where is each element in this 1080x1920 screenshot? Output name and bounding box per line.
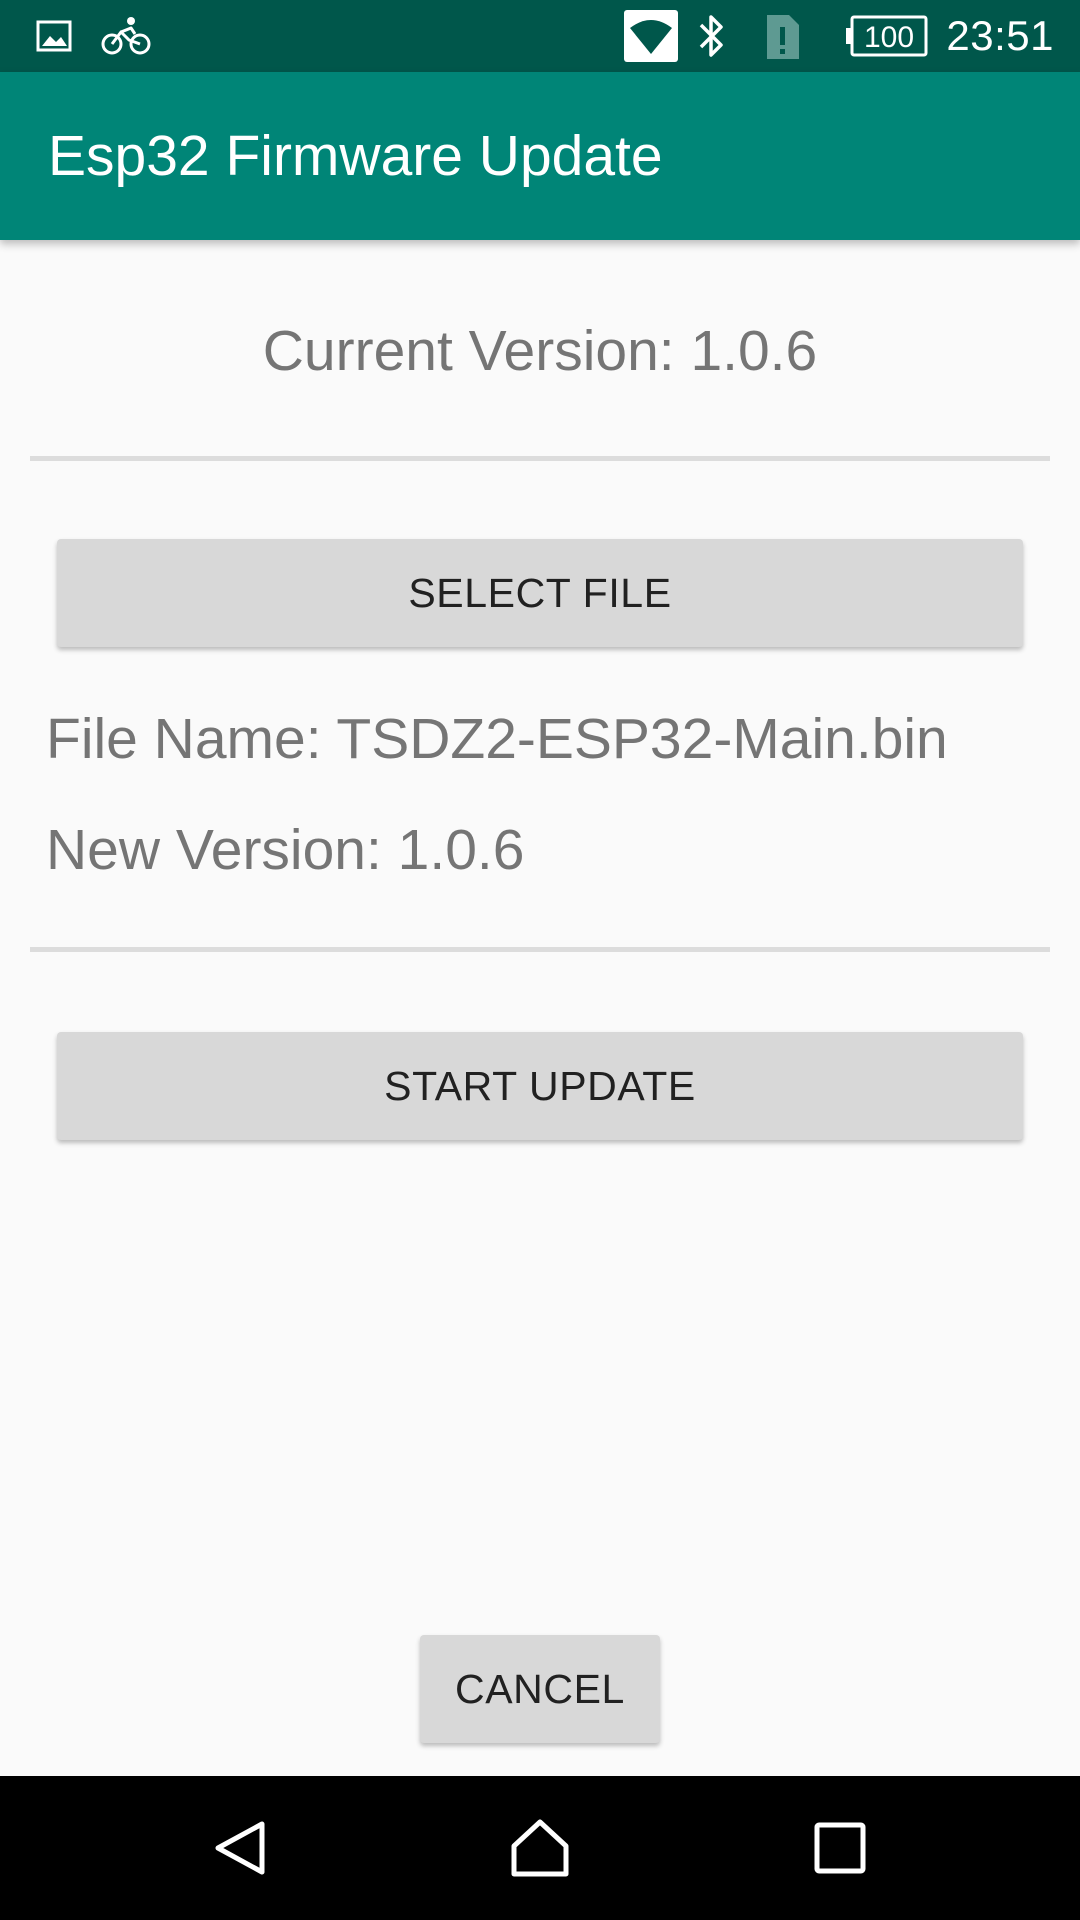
page-title: Esp32 Firmware Update	[48, 124, 663, 188]
app-bar: Esp32 Firmware Update	[0, 72, 1080, 240]
battery-icon: 100	[844, 0, 930, 72]
start-update-button[interactable]: START UPDATE	[57, 1032, 1023, 1140]
current-version-text: Current Version: 1.0.6	[262, 319, 818, 383]
file-name-text: File Name: TSDZ2-ESP32-Main.bin	[46, 707, 948, 771]
bicycle-icon	[100, 0, 152, 72]
navigation-bar	[0, 1776, 1080, 1920]
home-icon[interactable]	[500, 1776, 580, 1920]
clock: 23:51	[946, 12, 1054, 59]
back-icon[interactable]	[200, 1776, 280, 1920]
wifi-icon	[624, 0, 678, 72]
battery-level: 100	[864, 21, 914, 54]
divider-top	[30, 456, 1050, 461]
image-icon	[34, 0, 74, 72]
cancel-button[interactable]: CANCEL	[420, 1635, 660, 1743]
select-file-button[interactable]: SELECT FILE	[57, 539, 1023, 647]
sim-alert-icon	[762, 0, 802, 72]
status-bar: 100 23:51	[0, 0, 1080, 72]
new-version-text: New Version: 1.0.6	[46, 818, 525, 882]
bluetooth-icon	[694, 0, 730, 72]
divider-bottom	[30, 947, 1050, 952]
recents-icon[interactable]	[800, 1776, 880, 1920]
